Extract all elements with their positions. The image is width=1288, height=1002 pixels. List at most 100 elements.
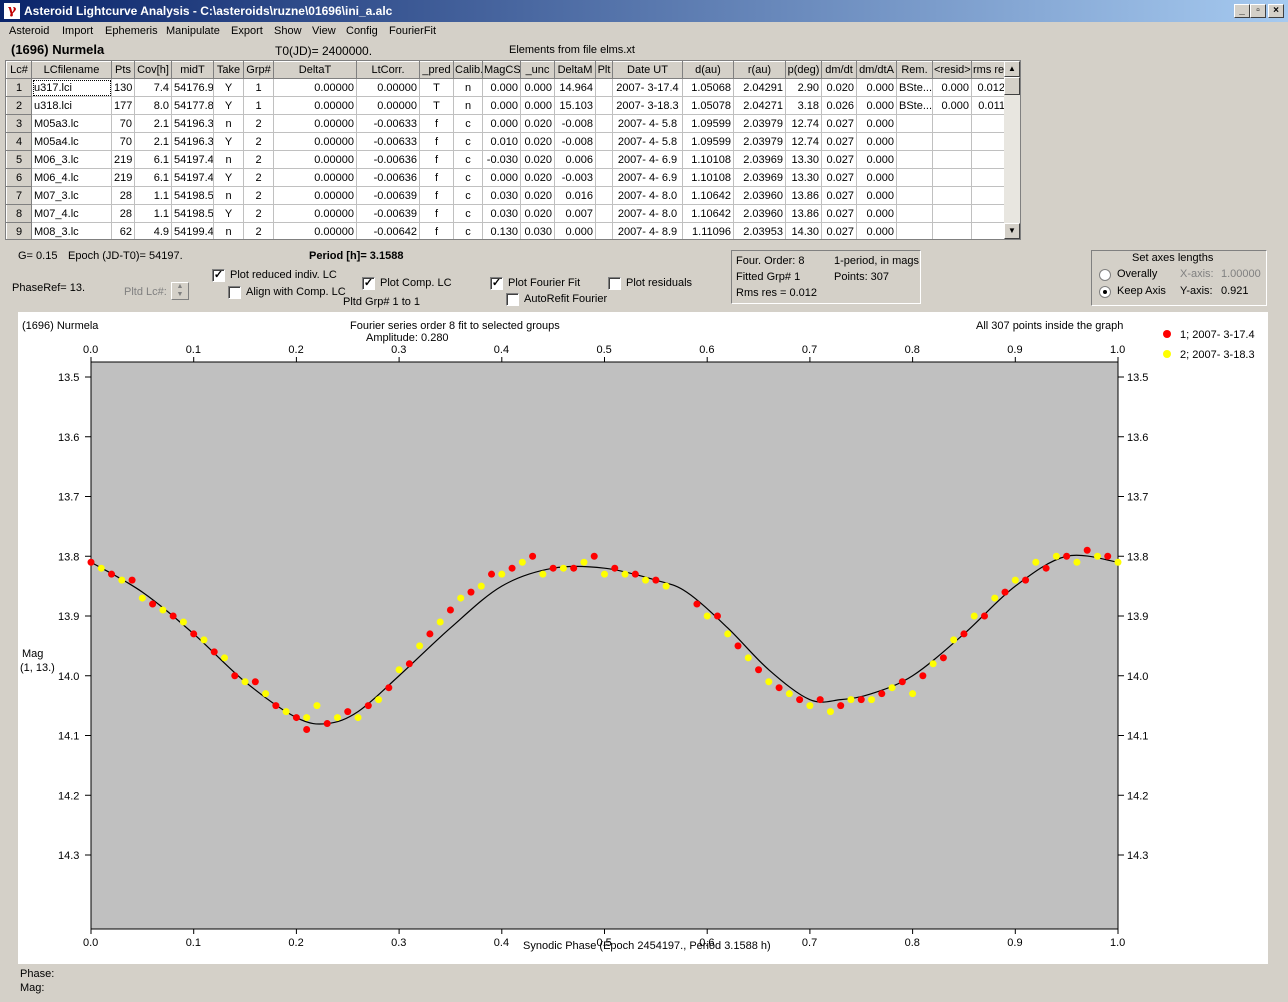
- table-cell[interactable]: u317.lci: [31, 78, 112, 97]
- column-header[interactable]: p(deg): [785, 61, 822, 79]
- table-cell[interactable]: c: [453, 204, 483, 223]
- menu-show[interactable]: Show: [274, 25, 302, 37]
- table-cell[interactable]: [896, 150, 933, 169]
- table-cell[interactable]: 0.020: [520, 168, 555, 187]
- table-cell[interactable]: 0.000: [520, 96, 555, 115]
- table-cell[interactable]: 0.000: [856, 114, 897, 133]
- row-number[interactable]: 2: [6, 96, 32, 115]
- row-number[interactable]: 4: [6, 132, 32, 151]
- table-cell[interactable]: 2: [243, 132, 274, 151]
- table-cell[interactable]: 12.74: [785, 114, 822, 133]
- table-row[interactable]: 9 M08_3.lc 62 4.9 54199.4 n 2 0.00000 -0.00642 f c…: [6, 222, 1008, 239]
- table-cell[interactable]: f: [419, 114, 454, 133]
- table-cell[interactable]: [932, 150, 972, 169]
- table-cell[interactable]: 219: [111, 150, 135, 169]
- period-value[interactable]: Period [h]= 3.1588: [309, 250, 403, 262]
- table-cell[interactable]: [896, 204, 933, 223]
- table-cell[interactable]: 0.030: [482, 204, 521, 223]
- table-cell[interactable]: T: [419, 96, 454, 115]
- table-cell[interactable]: [896, 168, 933, 187]
- table-cell[interactable]: c: [453, 114, 483, 133]
- autorefit-checkbox[interactable]: [506, 293, 519, 306]
- plot-fourier-checkbox[interactable]: ✓: [490, 277, 503, 290]
- table-cell[interactable]: 1.10642: [682, 186, 734, 205]
- table-cell[interactable]: f: [419, 204, 454, 223]
- menu-fourierfit[interactable]: FourierFit: [389, 25, 436, 37]
- table-row[interactable]: 4 M05a4.lc 70 2.1 54196.3 Y 2 0.00000 -0.00633 f c…: [6, 132, 1008, 151]
- row-number[interactable]: 7: [6, 186, 32, 205]
- table-cell[interactable]: 70: [111, 132, 135, 151]
- table-cell[interactable]: 1.1: [134, 204, 172, 223]
- column-header[interactable]: Calib.: [453, 61, 483, 79]
- menu-export[interactable]: Export: [231, 25, 263, 37]
- scroll-up-icon[interactable]: ▲: [1004, 61, 1020, 77]
- table-cell[interactable]: c: [453, 132, 483, 151]
- table-cell[interactable]: u318.lci: [31, 96, 112, 115]
- table-cell[interactable]: 2: [243, 222, 274, 239]
- table-cell[interactable]: -0.008: [554, 132, 596, 151]
- table-cell[interactable]: 0.00000: [273, 78, 357, 97]
- plot-comp-checkbox[interactable]: ✓: [362, 277, 375, 290]
- table-cell[interactable]: -0.030: [482, 150, 521, 169]
- table-cell[interactable]: 70: [111, 114, 135, 133]
- table-cell[interactable]: 0.000: [856, 204, 897, 223]
- table-cell[interactable]: 54176.9: [171, 78, 214, 97]
- table-cell[interactable]: n: [213, 222, 244, 239]
- table-cell[interactable]: 0.000: [932, 96, 972, 115]
- table-cell[interactable]: 2: [243, 186, 274, 205]
- table-cell[interactable]: M06_3.lc: [31, 150, 112, 169]
- plotted-lc-spinner[interactable]: ▲ ▼: [171, 282, 189, 300]
- table-cell[interactable]: [595, 132, 613, 151]
- table-cell[interactable]: 0.030: [482, 186, 521, 205]
- table-cell[interactable]: 0.027: [821, 114, 857, 133]
- table-cell[interactable]: 0.027: [821, 132, 857, 151]
- table-cell[interactable]: 0.130: [482, 222, 521, 239]
- table-cell[interactable]: Y: [213, 168, 244, 187]
- table-cell[interactable]: 0.020: [520, 186, 555, 205]
- menu-config[interactable]: Config: [346, 25, 378, 37]
- align-comp-checkbox[interactable]: [228, 286, 241, 299]
- table-cell[interactable]: 0.000: [482, 168, 521, 187]
- table-row[interactable]: 6 M06_4.lc 219 6.1 54197.4 Y 2 0.00000 -0.00636 f…: [6, 168, 1008, 187]
- table-cell[interactable]: 0.000: [932, 78, 972, 97]
- table-cell[interactable]: 15.103: [554, 96, 596, 115]
- table-cell[interactable]: [932, 204, 972, 223]
- column-header[interactable]: <resid>: [932, 61, 972, 79]
- table-cell[interactable]: [595, 114, 613, 133]
- table-cell[interactable]: 1.09599: [682, 132, 734, 151]
- table-cell[interactable]: 0.000: [482, 96, 521, 115]
- table-cell[interactable]: c: [453, 186, 483, 205]
- table-cell[interactable]: n: [213, 186, 244, 205]
- table-cell[interactable]: 0.00000: [356, 96, 420, 115]
- table-cell[interactable]: -0.00639: [356, 204, 420, 223]
- table-cell[interactable]: 0.020: [520, 114, 555, 133]
- column-header[interactable]: dm/dt: [821, 61, 857, 79]
- table-cell[interactable]: f: [419, 168, 454, 187]
- table-cell[interactable]: n: [453, 96, 483, 115]
- table-cell[interactable]: [971, 204, 1008, 223]
- table-cell[interactable]: 1: [243, 78, 274, 97]
- table-cell[interactable]: 2.03979: [733, 132, 786, 151]
- table-cell[interactable]: c: [453, 150, 483, 169]
- table-cell[interactable]: 14.30: [785, 222, 822, 239]
- row-number[interactable]: 9: [6, 222, 32, 239]
- table-cell[interactable]: [595, 204, 613, 223]
- table-cell[interactable]: 2.1: [134, 114, 172, 133]
- table-cell[interactable]: 0.010: [482, 132, 521, 151]
- table-cell[interactable]: 2007- 4- 8.9: [612, 222, 683, 239]
- table-cell[interactable]: 177: [111, 96, 135, 115]
- column-header[interactable]: Plt: [595, 61, 613, 79]
- menu-asteroid[interactable]: Asteroid: [9, 25, 49, 37]
- column-header[interactable]: Take: [213, 61, 244, 79]
- table-cell[interactable]: 0.00000: [273, 168, 357, 187]
- table-cell[interactable]: 2: [243, 150, 274, 169]
- scroll-thumb[interactable]: [1004, 77, 1020, 95]
- table-row[interactable]: 2 u318.lci 177 8.0 54177.8 Y 1 0.00000 0.00000 Tn…: [6, 96, 1008, 115]
- table-cell[interactable]: [971, 186, 1008, 205]
- table-cell[interactable]: 2007- 4- 8.0: [612, 186, 683, 205]
- table-cell[interactable]: 130: [111, 78, 135, 97]
- table-cell[interactable]: 2.03953: [733, 222, 786, 239]
- table-cell[interactable]: 62: [111, 222, 135, 239]
- column-header[interactable]: r(au): [733, 61, 786, 79]
- table-cell[interactable]: T: [419, 78, 454, 97]
